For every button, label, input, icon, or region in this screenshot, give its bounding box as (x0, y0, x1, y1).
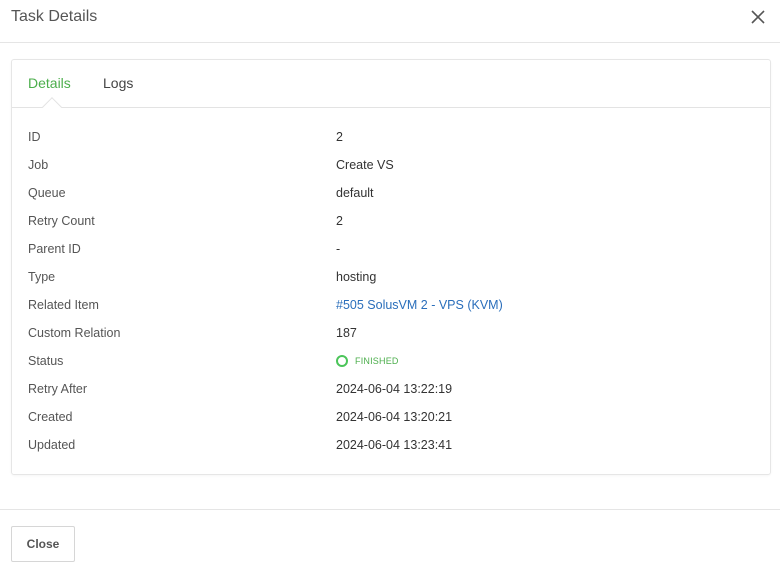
details-card: Details Logs ID 2 Job Create VS Queue de… (11, 59, 771, 475)
detail-row-parent-id: Parent ID - (28, 240, 756, 268)
status-circle-icon (336, 355, 348, 367)
detail-label: Parent ID (28, 242, 81, 256)
details-list: ID 2 Job Create VS Queue default Retry C… (28, 128, 756, 464)
detail-value: hosting (336, 270, 377, 284)
detail-value: 2 (336, 130, 343, 144)
detail-row-custom-relation: Custom Relation 187 (28, 324, 756, 352)
task-details-modal: Task Details Details Logs ID 2 Job Creat… (0, 0, 780, 568)
detail-row-job: Job Create VS (28, 156, 756, 184)
detail-value: 187 (336, 326, 357, 340)
detail-row-id: ID 2 (28, 128, 756, 156)
detail-value: - (336, 242, 341, 256)
detail-row-retry-count: Retry Count 2 (28, 212, 756, 240)
status-badge: FINISHED (336, 355, 399, 367)
detail-label: ID (28, 130, 41, 144)
related-item-link[interactable]: #505 SolusVM 2 - VPS (KVM) (336, 298, 503, 312)
modal-footer: Close (0, 509, 780, 568)
detail-row-queue: Queue default (28, 184, 756, 212)
detail-row-updated: Updated 2024-06-04 13:23:41 (28, 436, 756, 464)
detail-label: Updated (28, 438, 76, 452)
tab-bar: Details Logs (12, 60, 770, 117)
modal-header: Task Details (0, 0, 780, 43)
detail-label: Custom Relation (28, 326, 121, 340)
detail-row-created: Created 2024-06-04 13:20:21 (28, 408, 756, 436)
tab-details[interactable]: Details (28, 75, 71, 91)
detail-row-retry-after: Retry After 2024-06-04 13:22:19 (28, 380, 756, 408)
detail-value: 2 (336, 214, 343, 228)
detail-label: Job (28, 158, 49, 172)
detail-value: Create VS (336, 158, 394, 172)
detail-value: default (336, 186, 374, 200)
detail-value: 2024-06-04 13:20:21 (336, 410, 453, 424)
detail-label: Status (28, 354, 64, 368)
detail-label: Type (28, 270, 56, 284)
modal-title: Task Details (11, 8, 98, 25)
close-button[interactable]: Close (11, 526, 75, 562)
detail-row-type: Type hosting (28, 268, 756, 296)
detail-value: 2024-06-04 13:22:19 (336, 382, 453, 396)
status-text: FINISHED (355, 356, 399, 366)
detail-label: Retry After (28, 382, 88, 396)
detail-row-related-item: Related Item #505 SolusVM 2 - VPS (KVM) (28, 296, 756, 324)
detail-label: Queue (28, 186, 66, 200)
detail-label: Retry Count (28, 214, 95, 228)
detail-label: Related Item (28, 298, 99, 312)
tab-logs[interactable]: Logs (103, 75, 133, 91)
detail-label: Created (28, 410, 73, 424)
detail-row-status: Status FINISHED (28, 352, 756, 380)
active-tab-indicator (42, 97, 62, 117)
close-icon[interactable] (750, 9, 766, 25)
detail-value: 2024-06-04 13:23:41 (336, 438, 453, 452)
